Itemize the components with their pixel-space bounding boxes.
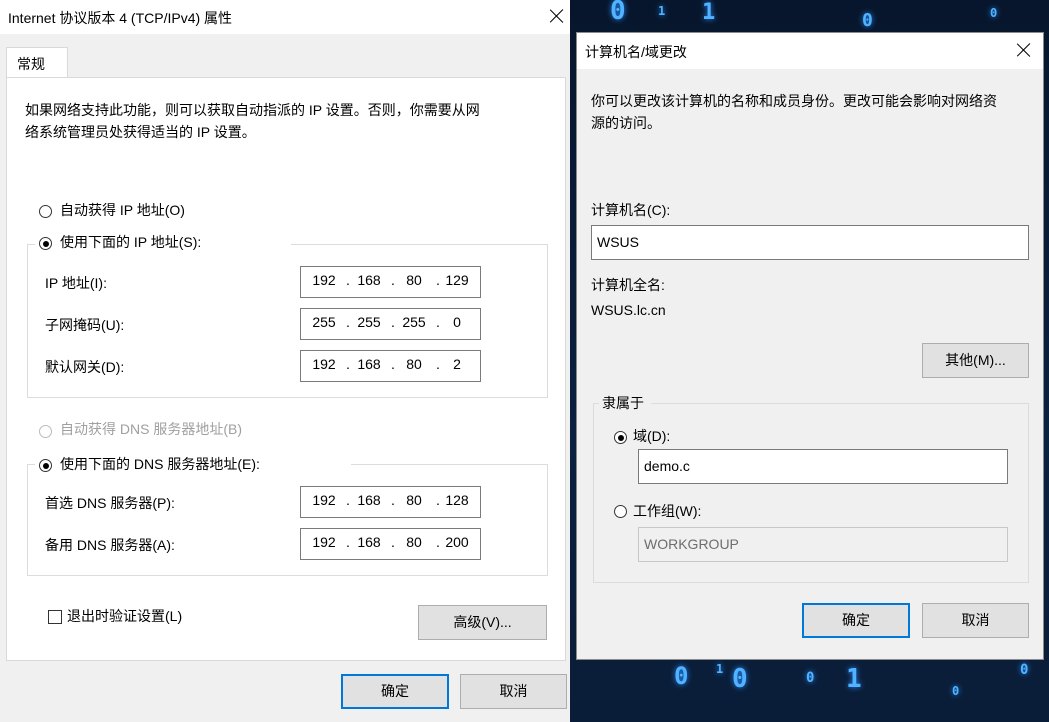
ip-address-label: IP 地址(I): <box>45 275 107 291</box>
title-bar: Internet 协议版本 4 (TCP/IPv4) 属性 <box>0 0 570 34</box>
subnet-mask-label: 子网掩码(U): <box>45 317 125 333</box>
full-name-label: 计算机全名: <box>591 277 665 293</box>
octet: 80 <box>406 492 422 508</box>
close-icon[interactable] <box>1016 42 1032 58</box>
octet: 168 <box>357 534 381 550</box>
tab-general[interactable]: 常规 <box>6 47 68 78</box>
octet-separator: . <box>391 314 395 330</box>
octet: 128 <box>445 492 469 508</box>
octet: 168 <box>357 492 381 508</box>
ok-button-label: 确定 <box>381 683 409 699</box>
radio-icon <box>39 425 52 438</box>
tab-panel-general: 如果网络支持此功能，则可以获取自动指派的 IP 设置。否则，你需要从网 络系统管… <box>6 77 566 661</box>
gateway-input[interactable]: 192 . 168 . 80 . 2 <box>300 350 481 382</box>
octet-separator: . <box>346 356 350 372</box>
ip-address-input[interactable]: 192 . 168 . 80 . 129 <box>300 266 481 298</box>
description-line-1: 如果网络支持此功能，则可以获取自动指派的 IP 设置。否则，你需要从网 <box>25 102 480 118</box>
radio-icon[interactable] <box>39 205 52 218</box>
octet: 255 <box>402 314 426 330</box>
dialog-title: 计算机名/域更改 <box>585 44 687 60</box>
more-button-label: 其他(M)... <box>945 352 1006 368</box>
workgroup-input: WORKGROUP <box>638 527 1008 562</box>
octet: 192 <box>312 272 336 288</box>
advanced-button[interactable]: 高级(V)... <box>418 605 547 640</box>
radio-manual-ip-label[interactable]: 使用下面的 IP 地址(S): <box>60 230 201 254</box>
full-name-value: WSUS.lc.cn <box>591 302 666 318</box>
gateway-label: 默认网关(D): <box>45 359 125 375</box>
ok-button[interactable]: 确定 <box>802 603 910 638</box>
computer-name-dialog: 计算机名/域更改 你可以更改该计算机的名称和成员身份。更改可能会影响对网络资 源… <box>576 32 1044 660</box>
radio-icon[interactable] <box>614 505 627 518</box>
preferred-dns-input[interactable]: 192 . 168 . 80 . 128 <box>300 486 481 518</box>
octet-separator: . <box>346 314 350 330</box>
advanced-button-label: 高级(V)... <box>453 614 512 630</box>
dialog-title: Internet 协议版本 4 (TCP/IPv4) 属性 <box>8 10 233 26</box>
checkbox-icon[interactable] <box>48 610 62 624</box>
validate-on-exit-label[interactable]: 退出时验证设置(L) <box>67 604 182 628</box>
octet: 255 <box>357 314 381 330</box>
octet-separator: . <box>391 356 395 372</box>
radio-manual-dns-label[interactable]: 使用下面的 DNS 服务器地址(E): <box>60 452 260 476</box>
workgroup-radio-label[interactable]: 工作组(W): <box>633 499 701 523</box>
more-button[interactable]: 其他(M)... <box>922 343 1029 378</box>
ok-button-label: 确定 <box>842 612 870 628</box>
octet: 192 <box>312 534 336 550</box>
preferred-dns-label: 首选 DNS 服务器(P): <box>45 495 175 511</box>
description-line-1: 你可以更改该计算机的名称和成员身份。更改可能会影响对网络资 <box>591 93 997 109</box>
octet-separator: . <box>346 272 350 288</box>
member-of-label: 隶属于 <box>602 395 644 411</box>
octet-separator: . <box>391 492 395 508</box>
octet: 255 <box>312 314 336 330</box>
radio-icon[interactable] <box>39 459 52 472</box>
octet: 192 <box>312 492 336 508</box>
description-line-2: 络系统管理员处获得适当的 IP 设置。 <box>25 124 256 140</box>
alternate-dns-input[interactable]: 192 . 168 . 80 . 200 <box>300 528 481 560</box>
subnet-mask-input[interactable]: 255 . 255 . 255 . 0 <box>300 308 481 340</box>
octet: 0 <box>453 314 461 330</box>
octet: 80 <box>406 272 422 288</box>
octet: 80 <box>406 356 422 372</box>
cancel-button-label: 取消 <box>499 683 528 699</box>
radio-auto-ip-label[interactable]: 自动获得 IP 地址(O) <box>60 198 185 222</box>
octet-separator: . <box>346 534 350 550</box>
octet: 168 <box>357 272 381 288</box>
title-bar: 计算机名/域更改 <box>577 33 1043 69</box>
octet: 129 <box>445 272 469 288</box>
octet-separator: . <box>391 272 395 288</box>
octet: 192 <box>312 356 336 372</box>
radio-icon[interactable] <box>614 431 627 444</box>
octet-separator: . <box>346 492 350 508</box>
close-icon[interactable] <box>549 8 565 24</box>
radio-auto-dns-label: 自动获得 DNS 服务器地址(B) <box>60 421 242 437</box>
octet-separator: . <box>391 534 395 550</box>
octet: 2 <box>453 356 461 372</box>
domain-radio-label[interactable]: 域(D): <box>633 424 670 448</box>
tab-label: 常规 <box>17 56 45 72</box>
octet: 80 <box>406 534 422 550</box>
computer-name-input[interactable]: WSUS <box>591 225 1029 260</box>
octet: 200 <box>445 534 469 550</box>
ipv4-properties-dialog: Internet 协议版本 4 (TCP/IPv4) 属性 常规 如果网络支持此… <box>0 0 570 722</box>
description-line-2: 源的访问。 <box>591 115 661 131</box>
cancel-button[interactable]: 取消 <box>460 674 567 709</box>
cancel-button-label: 取消 <box>961 612 990 628</box>
radio-icon[interactable] <box>39 237 52 250</box>
octet: 168 <box>357 356 381 372</box>
computer-name-label: 计算机名(C): <box>591 202 671 218</box>
domain-input[interactable]: demo.c <box>638 449 1008 484</box>
alternate-dns-label: 备用 DNS 服务器(A): <box>45 537 175 553</box>
cancel-button[interactable]: 取消 <box>922 603 1029 638</box>
ok-button[interactable]: 确定 <box>341 674 449 709</box>
